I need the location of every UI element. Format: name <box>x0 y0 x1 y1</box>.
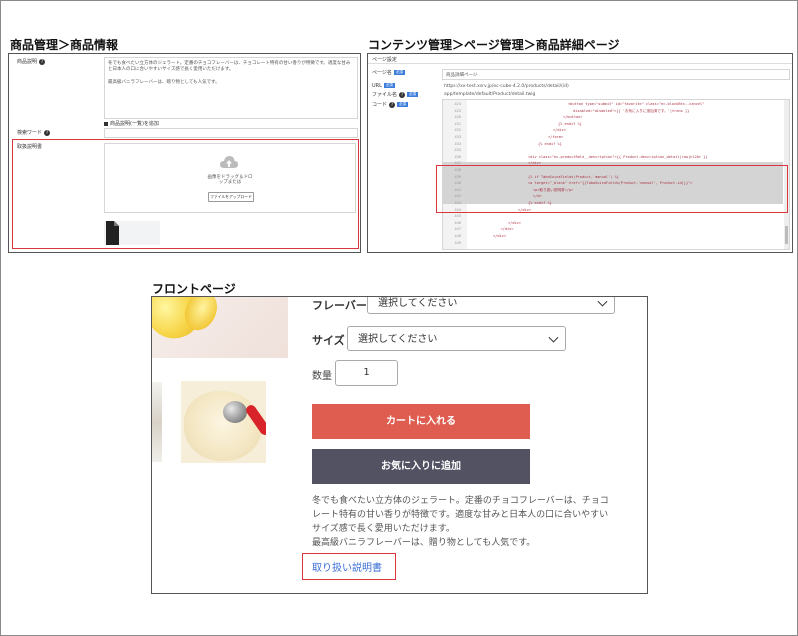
line-number: 436 <box>454 154 462 159</box>
product-image-gelato <box>181 381 266 463</box>
add-to-cart-button[interactable]: カートに入れる <box>312 404 530 439</box>
code-line: 448 </div> <box>443 234 789 239</box>
code-line: 426 </button> <box>443 115 789 120</box>
product-image-lemon <box>152 297 288 358</box>
code-text: </form> <box>548 135 564 139</box>
quantity-input[interactable]: 1 <box>335 360 398 386</box>
quantity-label: 数量 <box>312 371 332 382</box>
upload-file-button[interactable]: ファイルをアップロード <box>208 192 254 202</box>
size-select[interactable]: 選択してください <box>347 326 566 351</box>
size-label: サイズ <box>312 334 345 347</box>
help-icon: ? <box>44 129 51 136</box>
desc-field-label: 商品説明? <box>17 58 46 65</box>
manual-upload-dropzone[interactable]: 画像をドラッグ＆ドロップまたは ファイルをアップロード <box>104 143 356 213</box>
checkbox-icon <box>104 121 108 126</box>
divider <box>368 63 792 64</box>
list-desc-toggle[interactable]: 商品説明(一覧)を追加 <box>104 120 159 127</box>
code-text: </div> <box>493 234 506 238</box>
code-line: 424 <button type="submit" id="favorite" c… <box>443 102 789 107</box>
search-word-input[interactable] <box>104 128 358 138</box>
help-icon: ? <box>389 101 396 108</box>
description-line: 冬でも食べたい立方体のジェラート。定番のチョコフレーバーは、チョコ <box>312 496 609 506</box>
line-number: 435 <box>454 148 462 153</box>
description-line: サイズ感で長く愛用いただけます。 <box>312 524 455 534</box>
page-setting-heading: ページ設定 <box>372 57 397 63</box>
line-number: 449 <box>454 240 462 245</box>
flavor-label: フレーバー <box>312 299 367 312</box>
manual-field-label: 取扱説明書 <box>17 144 43 150</box>
section-title-front-page: フロントページ <box>152 282 236 296</box>
help-icon: ? <box>399 91 406 98</box>
line-number: 432 <box>454 128 462 133</box>
code-text: </div> <box>500 227 514 232</box>
line-number: 434 <box>454 141 462 146</box>
section-title-product-admin: 商品管理＞商品情報 <box>10 38 119 52</box>
product-description: 冬でも食べたい立方体のジェラート。定番のチョコフレーバーは、チョコ レート特有の… <box>312 494 642 550</box>
code-text: <div class="ec-productRole__description"… <box>528 154 708 159</box>
scrollbar-thumb[interactable] <box>785 226 788 244</box>
cloud-upload-icon <box>220 156 238 168</box>
file-name-value: app/template/default/Product/detail.twig <box>444 92 536 97</box>
line-number: 431 <box>454 121 462 126</box>
content-admin-panel: ページ設定 ページ名 必須 商品詳細ページ URL 必須 https://xx-te… <box>367 53 793 253</box>
page-name-label: ページ名 必須 <box>372 70 405 76</box>
manual-download-link[interactable]: 取り扱い説明書 <box>312 559 382 574</box>
code-text: {% endif %} <box>558 121 582 126</box>
url-label: URL 必須 <box>372 83 395 89</box>
code-line: 425 disabled="disabled">{{ 'お気に入りに追加済です。'… <box>443 109 789 114</box>
line-number: 447 <box>454 227 462 232</box>
product-admin-panel: 商品説明? 冬でも食べたい立方体のジェラート。定番のチョコフレーバーは、チョコレ… <box>8 53 361 253</box>
line-number: 445 <box>454 214 462 219</box>
line-number: 424 <box>454 102 462 106</box>
product-description-textarea[interactable]: 冬でも食べたい立方体のジェラート。定番のチョコフレーバーは、チョコレート特有の甘… <box>104 57 358 119</box>
code-line: 434 {% endif %} <box>443 142 789 147</box>
code-line: 436 <div class="ec-productRole__descripti… <box>443 155 789 160</box>
file-name-label: ファイル名? 必須 <box>372 91 419 98</box>
uploaded-file-preview <box>104 221 160 245</box>
description-line: レート特有の甘い香りが特徴です。適度な甘みと日本人の口に合いやすい <box>312 510 609 520</box>
code-label: コード? 必須 <box>372 101 409 108</box>
chevron-down-icon <box>548 332 559 343</box>
line-number: 425 <box>454 108 462 113</box>
code-line: 431 {% endif %} <box>443 122 789 127</box>
code-text: {% endif %} <box>538 141 562 146</box>
front-page-panel: フレーバー 選択してください サイズ 選択してください 数量 1 カートに入れる… <box>151 296 648 594</box>
line-number: 426 <box>454 115 462 120</box>
line-number: 446 <box>454 220 462 225</box>
line-number: 448 <box>454 234 462 238</box>
search-word-label: 検索ワード? <box>17 129 51 136</box>
section-title-content-admin: コンテンツ管理＞ページ管理＞商品詳細ページ <box>368 38 620 52</box>
code-line: 445 <box>443 214 789 219</box>
document-icon <box>106 221 119 245</box>
code-line: 446 </div> <box>443 221 789 226</box>
desc-text-line-1: 冬でも食べたい立方体のジェラート。定番のチョコフレーバーは、チョコレート特有の甘… <box>108 61 351 72</box>
code-line: 435 <box>443 148 789 153</box>
description-line: 最高級バニラフレーバーは、贈り物としても人気です。 <box>312 538 536 548</box>
thumbnail-partial <box>152 382 162 462</box>
add-to-favorite-button[interactable]: お気に入りに追加 <box>312 449 530 484</box>
code-line: 433 </form> <box>443 135 789 140</box>
line-number: 433 <box>454 135 462 139</box>
code-line: 432 </div> <box>443 128 789 133</box>
code-line: 447 </div> <box>443 227 789 232</box>
flavor-select[interactable]: 選択してください <box>367 297 615 314</box>
code-text: </div> <box>553 128 566 133</box>
url-value: https://xx-test.xsrv.jp/ec-cube-4.2.0/pr… <box>444 84 569 89</box>
chevron-down-icon <box>597 297 608 307</box>
code-line: 449 <box>443 241 789 246</box>
help-icon: ? <box>39 58 46 65</box>
code-text: </button> <box>563 115 583 120</box>
code-highlight-box <box>436 165 788 213</box>
desc-text-line-2: 最高級バニラフレーバーは、贈り物としても人気です。 <box>108 80 220 85</box>
code-text: </div> <box>508 220 521 225</box>
code-text: <button type="submit" id="favorite" clas… <box>568 102 705 106</box>
code-text: disabled="disabled">{{ 'お気に入りに追加済です。'|tr… <box>573 108 690 113</box>
upload-hint-text: 画像をドラッグ＆ドロップまたは <box>207 175 253 185</box>
page-name-input[interactable]: 商品詳細ページ <box>442 69 790 80</box>
